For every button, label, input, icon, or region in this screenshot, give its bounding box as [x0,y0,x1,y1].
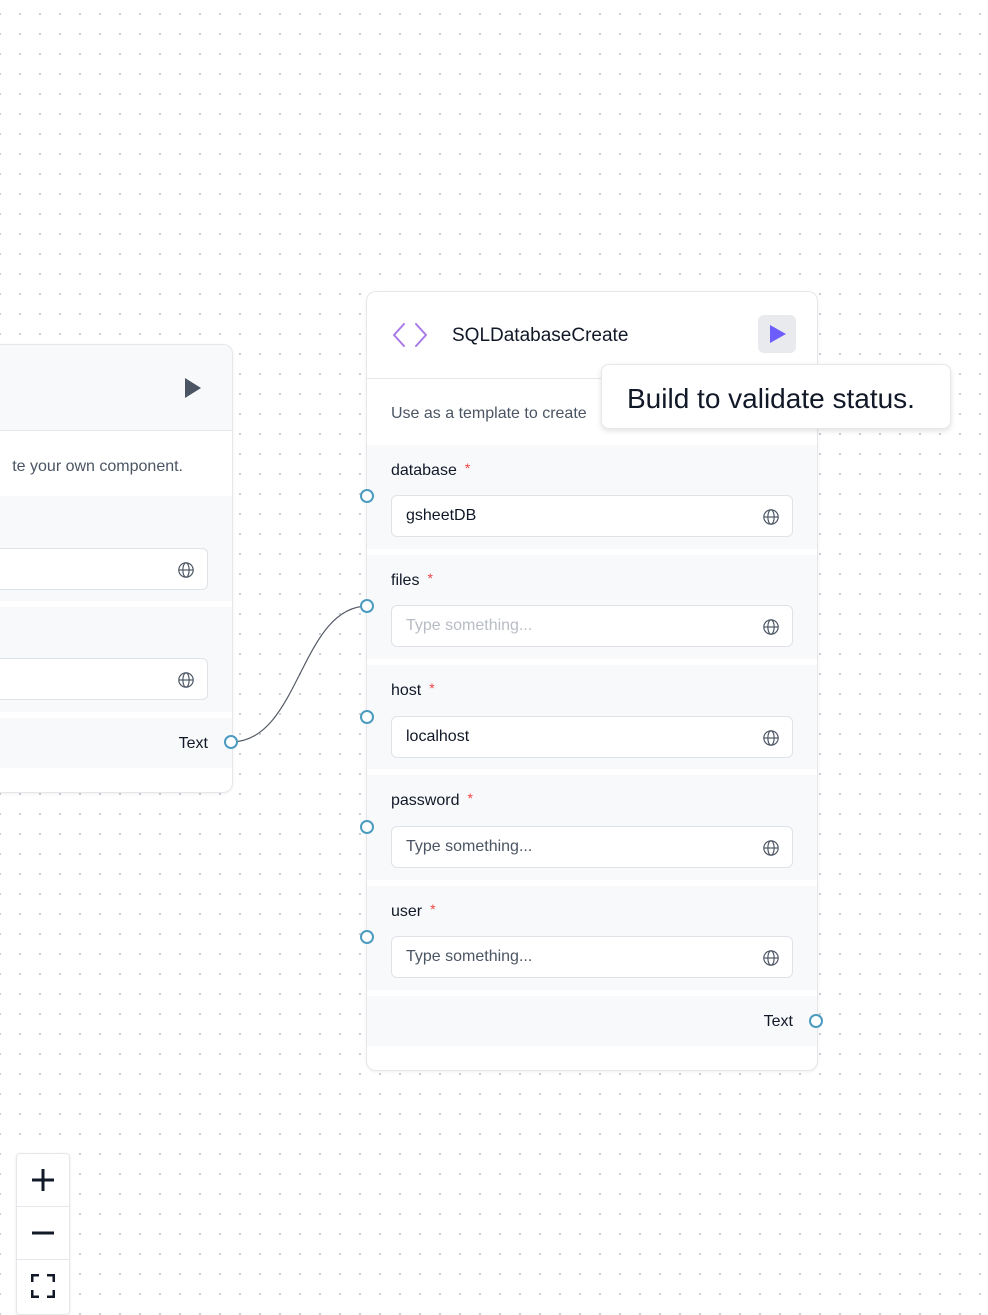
left-input-2[interactable] [0,658,208,700]
database-input-value: gsheetDB [406,507,477,524]
left-output-handle[interactable] [224,735,238,749]
build-tooltip: Build to validate status. [601,364,951,429]
minus-icon [32,1231,54,1235]
left-field-row-2 [0,607,232,712]
left-node-description: te your own component. [12,458,183,475]
fit-view-button[interactable] [17,1260,69,1312]
user-input-handle[interactable] [360,930,374,944]
play-icon[interactable] [183,378,203,398]
field-row-password: password * Type something... [367,775,817,880]
password-input[interactable]: Type something... [391,826,793,868]
node-description: Use as a template to create [391,405,587,422]
field-label-database: database [391,462,457,479]
globe-icon[interactable] [762,839,780,857]
globe-icon[interactable] [177,671,195,689]
zoom-in-button[interactable] [17,1154,69,1207]
required-indicator: * [429,680,435,696]
zoom-controls [16,1153,70,1315]
left-output-row: Text [0,718,232,768]
password-input-handle[interactable] [360,820,374,834]
database-input[interactable]: gsheetDB [391,495,793,537]
user-input-placeholder: Type something... [406,948,533,965]
code-brackets-icon [393,323,427,347]
field-label-password: password [391,792,460,809]
play-icon [770,325,786,343]
left-field-row-1 [0,496,232,601]
database-input-handle[interactable] [360,489,374,503]
host-input[interactable]: localhost [391,716,793,758]
required-indicator: * [464,460,471,476]
globe-icon[interactable] [177,561,195,579]
zoom-out-button[interactable] [17,1207,69,1260]
globe-icon[interactable] [762,618,780,636]
password-input-placeholder: Type something... [406,838,533,855]
tooltip-text: Build to validate status. [627,383,915,414]
required-indicator: * [467,790,473,806]
output-label: Text [763,1013,793,1030]
left-input-1[interactable] [0,548,208,590]
field-label-host: host [391,682,422,699]
host-input-handle[interactable] [360,710,374,724]
field-row-database: database * gsheetDB [367,445,817,549]
host-input-value: localhost [406,728,470,745]
text-output-handle[interactable] [809,1014,823,1028]
required-indicator: * [427,570,433,586]
fit-view-icon [31,1274,55,1298]
left-output-label: Text [178,735,208,752]
build-button[interactable] [758,315,796,353]
node-title: SQLDatabaseCreate [452,325,629,346]
plus-icon [32,1169,54,1191]
left-node-header [0,345,232,431]
files-input-placeholder: Type something... [406,617,533,634]
globe-icon[interactable] [762,508,780,526]
field-label-user: user [391,903,423,920]
field-row-user: user * Type something... [367,886,817,990]
field-label-files: files [391,572,420,589]
left-node[interactable]: te your own component. Text [0,344,233,793]
globe-icon[interactable] [762,729,780,747]
required-indicator: * [430,901,436,917]
files-input[interactable]: Type something... [391,605,793,647]
field-row-files: files * Type something... [367,555,817,659]
files-input-handle[interactable] [360,599,374,613]
globe-icon[interactable] [762,949,780,967]
user-input[interactable]: Type something... [391,936,793,978]
field-row-host: host * localhost [367,665,817,769]
output-row: Text [367,996,817,1046]
